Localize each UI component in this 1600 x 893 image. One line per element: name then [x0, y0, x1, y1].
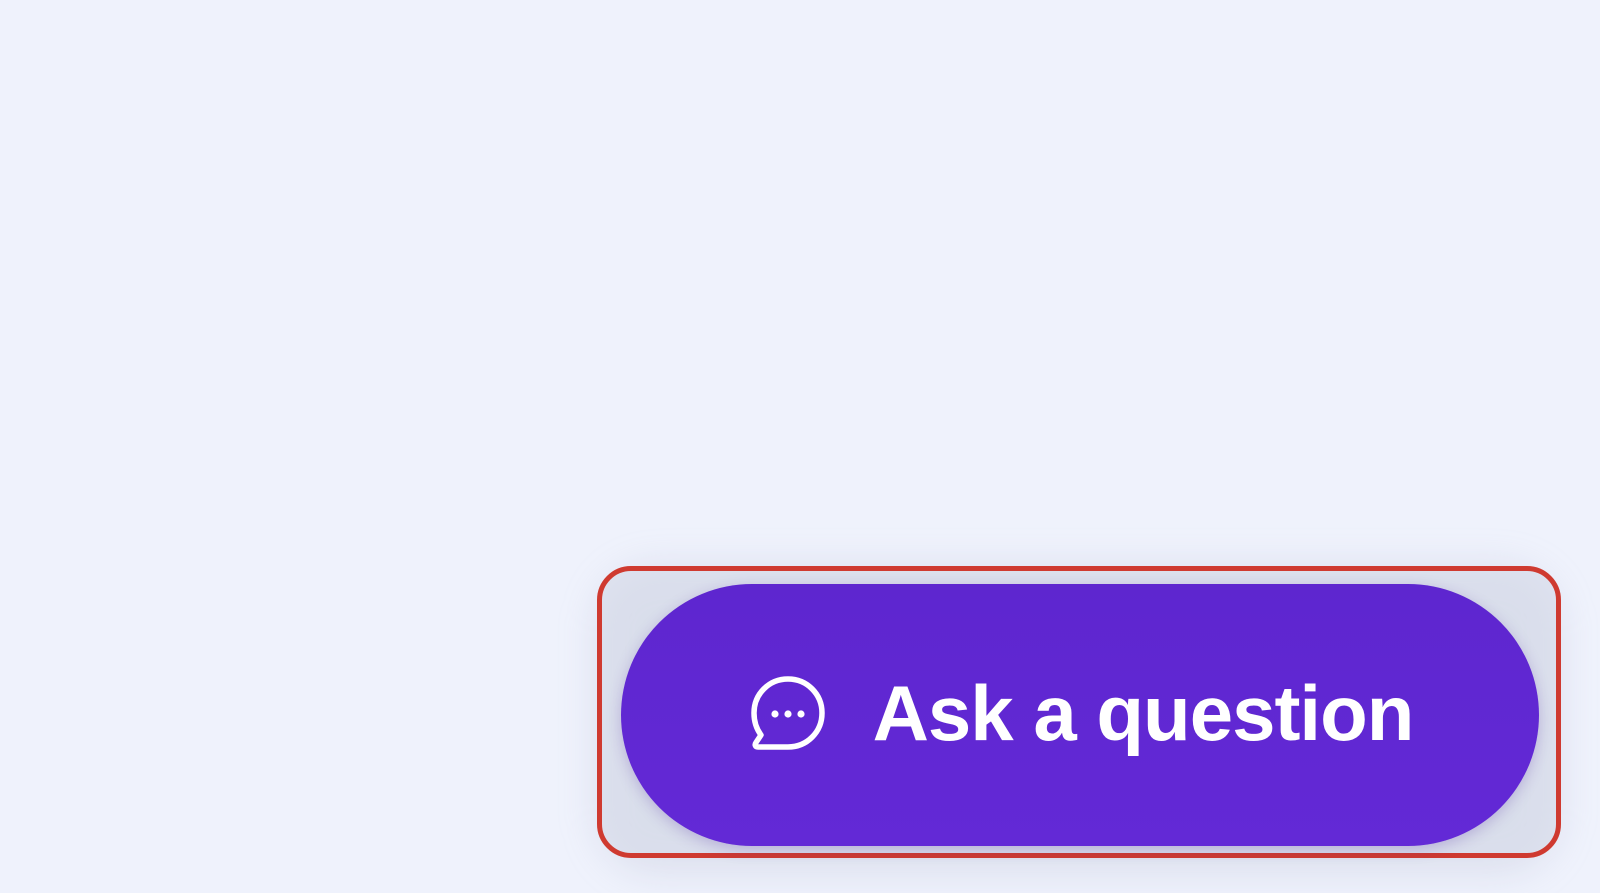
chat-bubble-icon [747, 673, 827, 753]
page-background: Ask a question [0, 0, 1600, 893]
ask-question-button[interactable]: Ask a question [621, 584, 1539, 846]
ask-question-label: Ask a question [872, 669, 1415, 757]
